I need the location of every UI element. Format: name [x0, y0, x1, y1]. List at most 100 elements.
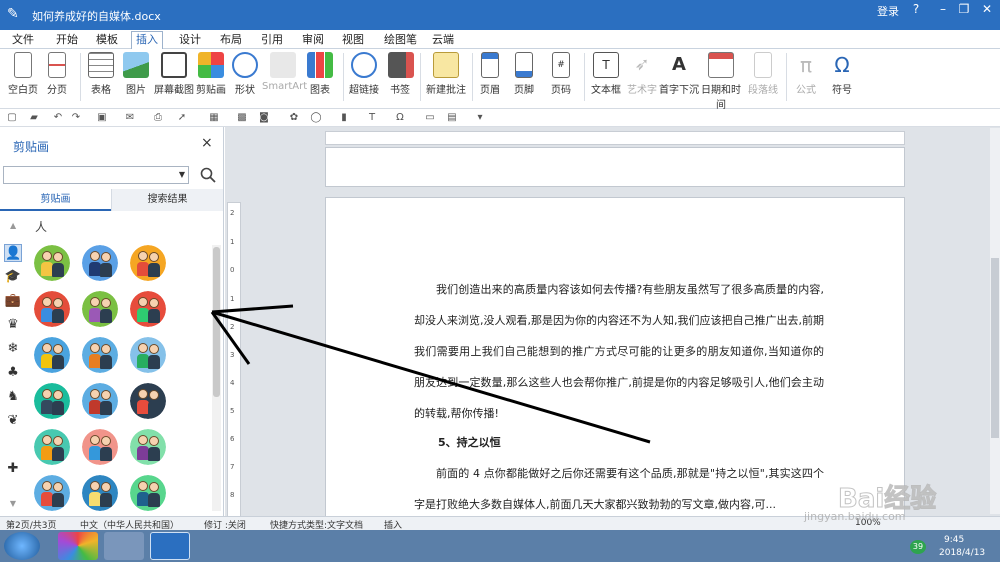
- body-paragraph[interactable]: 前面的 4 点你都能做好之后你还需要有这个品质,那就是"持之以恒",其实这四个字…: [414, 458, 824, 520]
- smartart-button[interactable]: SmartArt: [262, 52, 307, 92]
- crown-icon[interactable]: ♛: [4, 316, 22, 334]
- redo-icon[interactable]: ↷: [70, 112, 82, 124]
- undo-icon[interactable]: ↶: [52, 112, 64, 124]
- close-button[interactable]: ✕: [976, 1, 998, 17]
- zoom-level[interactable]: 100%: [855, 518, 881, 528]
- clipart-thumbnail[interactable]: [82, 337, 118, 373]
- page-number-button[interactable]: # 页码: [549, 52, 573, 96]
- tab-home[interactable]: 开始: [52, 32, 82, 49]
- clipart-thumbnail[interactable]: [34, 475, 70, 511]
- clipart-thumbnail[interactable]: [34, 337, 70, 373]
- blank-page-button[interactable]: 空白页: [6, 52, 40, 96]
- tab-references[interactable]: 引用: [257, 32, 287, 49]
- drop-cap-button[interactable]: A 首字下沉: [659, 52, 699, 96]
- snowflake-icon[interactable]: ❄: [4, 340, 22, 358]
- tab-design[interactable]: 设计: [175, 32, 205, 49]
- symbol-icon[interactable]: Ω: [394, 112, 406, 124]
- picture-icon[interactable]: ▩: [236, 112, 248, 124]
- briefcase-icon[interactable]: 💼: [4, 292, 22, 310]
- chart-icon[interactable]: ▮: [338, 112, 350, 124]
- shapes-button[interactable]: 形状: [232, 52, 258, 96]
- screenshot-icon[interactable]: ◙: [258, 112, 270, 124]
- tab-search-results[interactable]: 搜索结果: [111, 189, 223, 211]
- tab-draw[interactable]: 绘图笔: [380, 32, 421, 49]
- mail-icon[interactable]: ✉: [124, 112, 136, 124]
- clipart-thumbnail[interactable]: [130, 245, 166, 281]
- tab-file[interactable]: 文件: [8, 32, 38, 49]
- search-icon[interactable]: [199, 166, 217, 184]
- chart-button[interactable]: 图表: [307, 52, 333, 96]
- clipart-thumbnail[interactable]: [130, 291, 166, 327]
- bookmark-button[interactable]: 书签: [388, 52, 414, 96]
- tab-review[interactable]: 审阅: [298, 32, 328, 49]
- document-page[interactable]: [325, 147, 905, 187]
- scrollbar-thumb[interactable]: [213, 247, 220, 397]
- taskbar-app-color-icon[interactable]: [58, 532, 98, 560]
- tab-cloud[interactable]: 云端: [428, 32, 458, 49]
- clipart-icon[interactable]: ✿: [288, 112, 300, 124]
- clipart-search-input[interactable]: ▼: [3, 166, 189, 184]
- clipart-thumbnail[interactable]: [82, 291, 118, 327]
- tray-badge[interactable]: 39: [910, 540, 926, 554]
- tab-layout[interactable]: 布局: [216, 32, 246, 49]
- clipart-thumbnail[interactable]: [130, 383, 166, 419]
- paragraph-line-button[interactable]: 段落线: [747, 52, 779, 96]
- clipart-thumbnail[interactable]: [130, 429, 166, 465]
- tab-view[interactable]: 视图: [338, 32, 368, 49]
- header-button[interactable]: 页眉: [478, 52, 502, 96]
- chevron-down-icon[interactable]: ▼: [179, 170, 185, 179]
- taskbar-app-writer-icon[interactable]: [150, 532, 190, 560]
- open-folder-icon[interactable]: ▰: [28, 112, 40, 124]
- clock-date[interactable]: 2018/4/13: [939, 548, 985, 558]
- restore-button[interactable]: ❐: [953, 1, 975, 17]
- calendar-icon[interactable]: ▤: [446, 112, 458, 124]
- taskbar-app-paint-icon[interactable]: [104, 532, 144, 560]
- plus-icon[interactable]: ✚: [4, 460, 22, 478]
- footer-button[interactable]: 页脚: [512, 52, 536, 96]
- tab-clipart[interactable]: 剪贴画: [0, 189, 111, 211]
- new-doc-icon[interactable]: ▢: [6, 112, 18, 124]
- body-paragraph[interactable]: 我们创造出来的高质量内容该如何去传播?有些朋友虽然写了很多高质量的内容,却没人来…: [414, 274, 824, 429]
- pane-close-button[interactable]: ×: [201, 135, 213, 151]
- scroll-up-icon[interactable]: ▲: [10, 221, 16, 230]
- clipart-thumbnail[interactable]: [130, 475, 166, 511]
- document-page[interactable]: 我们创造出来的高质量内容该如何去传播?有些朋友虽然写了很多高质量的内容,却没人来…: [325, 197, 905, 527]
- graduation-cap-icon[interactable]: 🎓: [4, 268, 22, 286]
- start-button[interactable]: [4, 532, 40, 560]
- clipart-thumbnail[interactable]: [34, 383, 70, 419]
- date-time-button[interactable]: 日期和时间: [698, 52, 744, 111]
- textbox-button[interactable]: T 文本框: [590, 52, 622, 96]
- symbol-button[interactable]: Ω 符号: [828, 52, 856, 96]
- heart-hand-icon[interactable]: ❦: [4, 412, 22, 430]
- screenshot-button[interactable]: 屏幕截图: [154, 52, 194, 96]
- section-heading[interactable]: 5、持之以恒: [438, 434, 501, 450]
- select-cursor-icon[interactable]: ➚: [176, 112, 188, 124]
- clipart-thumbnail[interactable]: [82, 383, 118, 419]
- help-button[interactable]: ?: [905, 1, 927, 17]
- clover-icon[interactable]: ♣: [4, 364, 22, 382]
- clipart-thumbnail[interactable]: [130, 337, 166, 373]
- login-link[interactable]: 登录: [877, 3, 899, 19]
- hyperlink-button[interactable]: 超链接: [348, 52, 380, 96]
- scroll-down-icon[interactable]: ▼: [4, 495, 22, 513]
- clock-time[interactable]: 9:45: [944, 535, 964, 545]
- minimize-button[interactable]: –: [932, 1, 954, 17]
- animal-icon[interactable]: ♞: [4, 388, 22, 406]
- clipart-thumbnail[interactable]: [34, 429, 70, 465]
- save-icon[interactable]: ▣: [96, 112, 108, 124]
- textbox-icon[interactable]: T: [366, 112, 378, 124]
- picture-button[interactable]: 图片: [121, 52, 151, 96]
- equation-button[interactable]: π 公式: [792, 52, 820, 96]
- tab-template[interactable]: 模板: [92, 32, 122, 49]
- clipart-thumbnail[interactable]: [34, 245, 70, 281]
- table-button[interactable]: 表格: [86, 52, 116, 96]
- clipart-thumbnail[interactable]: [34, 291, 70, 327]
- horizontal-ruler[interactable]: [325, 131, 905, 145]
- clipart-thumbnail[interactable]: [82, 475, 118, 511]
- shapes-icon[interactable]: ◯: [310, 112, 322, 124]
- clipart-button[interactable]: 剪贴画: [195, 52, 227, 96]
- clipart-thumbnail[interactable]: [82, 245, 118, 281]
- document-scrollbar[interactable]: [990, 128, 1000, 514]
- page-break-button[interactable]: 分页: [42, 52, 72, 96]
- scrollbar-thumb[interactable]: [991, 258, 999, 438]
